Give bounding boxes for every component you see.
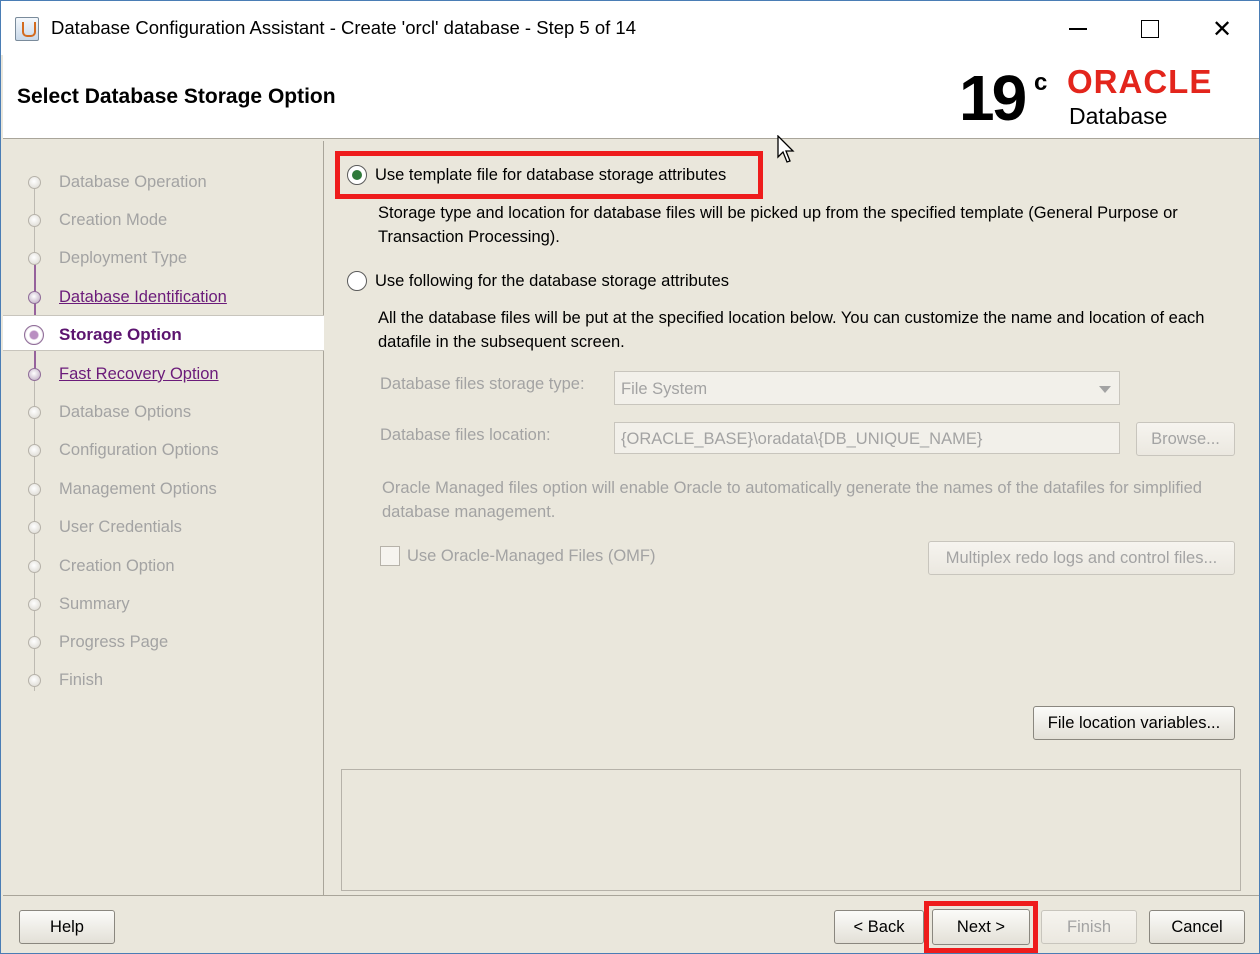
page-title: Select Database Storage Option [17,85,336,108]
finish-button[interactable]: Finish [1041,910,1137,944]
nav-item-creation-mode: Creation Mode [3,202,324,238]
nav-link[interactable]: Database Identification [59,288,227,307]
step-dot-icon [28,560,41,573]
step-navigation: Database Operation Creation Mode Deploym… [3,141,324,895]
step-dot-icon [28,636,41,649]
step-dot-icon [28,214,41,227]
following-storage-radio[interactable] [347,271,367,291]
template-storage-description: Storage type and location for database f… [378,204,1178,246]
nav-label: Configuration Options [59,441,219,459]
nav-item-finish: Finish [3,662,324,698]
oracle-logo: ORACLE [1067,63,1213,100]
nav-item-fast-recovery-option[interactable]: Fast Recovery Option [3,356,324,392]
omf-label: Use Oracle-Managed Files (OMF) [407,547,656,565]
step-dot-icon [28,291,41,304]
nav-label: User Credentials [59,518,182,536]
files-location-label: Database files location: [380,426,551,444]
nav-item-configuration-options: Configuration Options [3,432,324,468]
wizard-footer: Help < Back Next > Finish Cancel [3,895,1259,953]
nav-item-management-options: Management Options [3,471,324,507]
step-dot-icon [28,368,41,381]
template-storage-radio-row[interactable]: Use template file for database storage a… [347,165,726,185]
current-step-icon [24,325,44,345]
title-bar: Database Configuration Assistant - Creat… [1,1,1259,55]
logo-product: Database [1069,103,1168,129]
dbca-window: Database Configuration Assistant - Creat… [0,0,1260,954]
nav-link[interactable]: Fast Recovery Option [59,365,219,384]
message-area [341,769,1241,891]
java-app-icon [15,17,39,41]
step-dot-icon [28,406,41,419]
step-dot-icon [28,674,41,687]
logo-version: 19 [959,62,1027,134]
nav-label: Creation Option [59,557,175,575]
storage-type-select[interactable]: File System [614,371,1120,405]
next-button[interactable]: Next > [932,909,1030,945]
nav-label: Database Operation [59,173,207,191]
minimize-button[interactable] [1049,9,1107,49]
step-dot-icon [28,176,41,189]
template-storage-radio[interactable] [347,165,367,185]
nav-label-current: Storage Option [59,325,182,344]
omf-description: Oracle Managed files option will enable … [382,479,1202,521]
following-storage-radio-row[interactable]: Use following for the database storage a… [347,271,729,291]
step-dot-icon [28,598,41,611]
storage-type-value: File System [621,380,708,398]
nav-item-summary: Summary [3,586,324,622]
storage-type-label: Database files storage type: [380,375,585,393]
cancel-button[interactable]: Cancel [1149,910,1245,944]
storage-option-panel: Use template file for database storage a… [325,141,1259,895]
file-location-variables-button[interactable]: File location variables... [1033,706,1235,740]
nav-item-database-operation: Database Operation [3,164,324,200]
omf-checkbox[interactable] [380,546,400,566]
nav-item-creation-option: Creation Option [3,548,324,584]
close-button[interactable]: ✕ [1193,9,1251,49]
chevron-down-icon [1099,386,1111,393]
maximize-button[interactable] [1121,9,1179,49]
step-dot-icon [28,444,41,457]
template-storage-label: Use template file for database storage a… [375,165,727,184]
following-storage-description: All the database files will be put at th… [378,309,1205,351]
nav-label: Progress Page [59,633,169,651]
step-dot-icon [28,483,41,496]
step-dot-icon [28,521,41,534]
following-storage-label: Use following for the database storage a… [375,271,730,290]
window-title: Database Configuration Assistant - Creat… [51,17,637,38]
nav-label: Deployment Type [59,249,188,267]
browse-button[interactable]: Browse... [1136,422,1235,456]
nav-label: Creation Mode [59,211,168,229]
nav-label: Finish [59,671,104,689]
nav-item-database-options: Database Options [3,394,324,430]
page-header: Select Database Storage Option 19 c ORAC… [3,55,1259,139]
step-dot-icon [28,252,41,265]
back-button[interactable]: < Back [834,910,924,944]
help-button[interactable]: Help [19,910,115,944]
nav-item-deployment-type: Deployment Type [3,240,324,276]
nav-label: Management Options [59,480,217,498]
nav-label: Summary [59,595,130,613]
logo-superscript: c [1034,69,1048,96]
nav-label: Database Options [59,403,192,421]
multiplex-redo-button[interactable]: Multiplex redo logs and control files... [928,541,1235,575]
nav-item-database-identification[interactable]: Database Identification [3,279,324,315]
nav-item-storage-option: Storage Option [3,315,324,351]
nav-item-progress-page: Progress Page [3,624,324,660]
files-location-input[interactable]: {ORACLE_BASE}\oradata\{DB_UNIQUE_NAME} [614,422,1120,454]
nav-item-user-credentials: User Credentials [3,509,324,545]
